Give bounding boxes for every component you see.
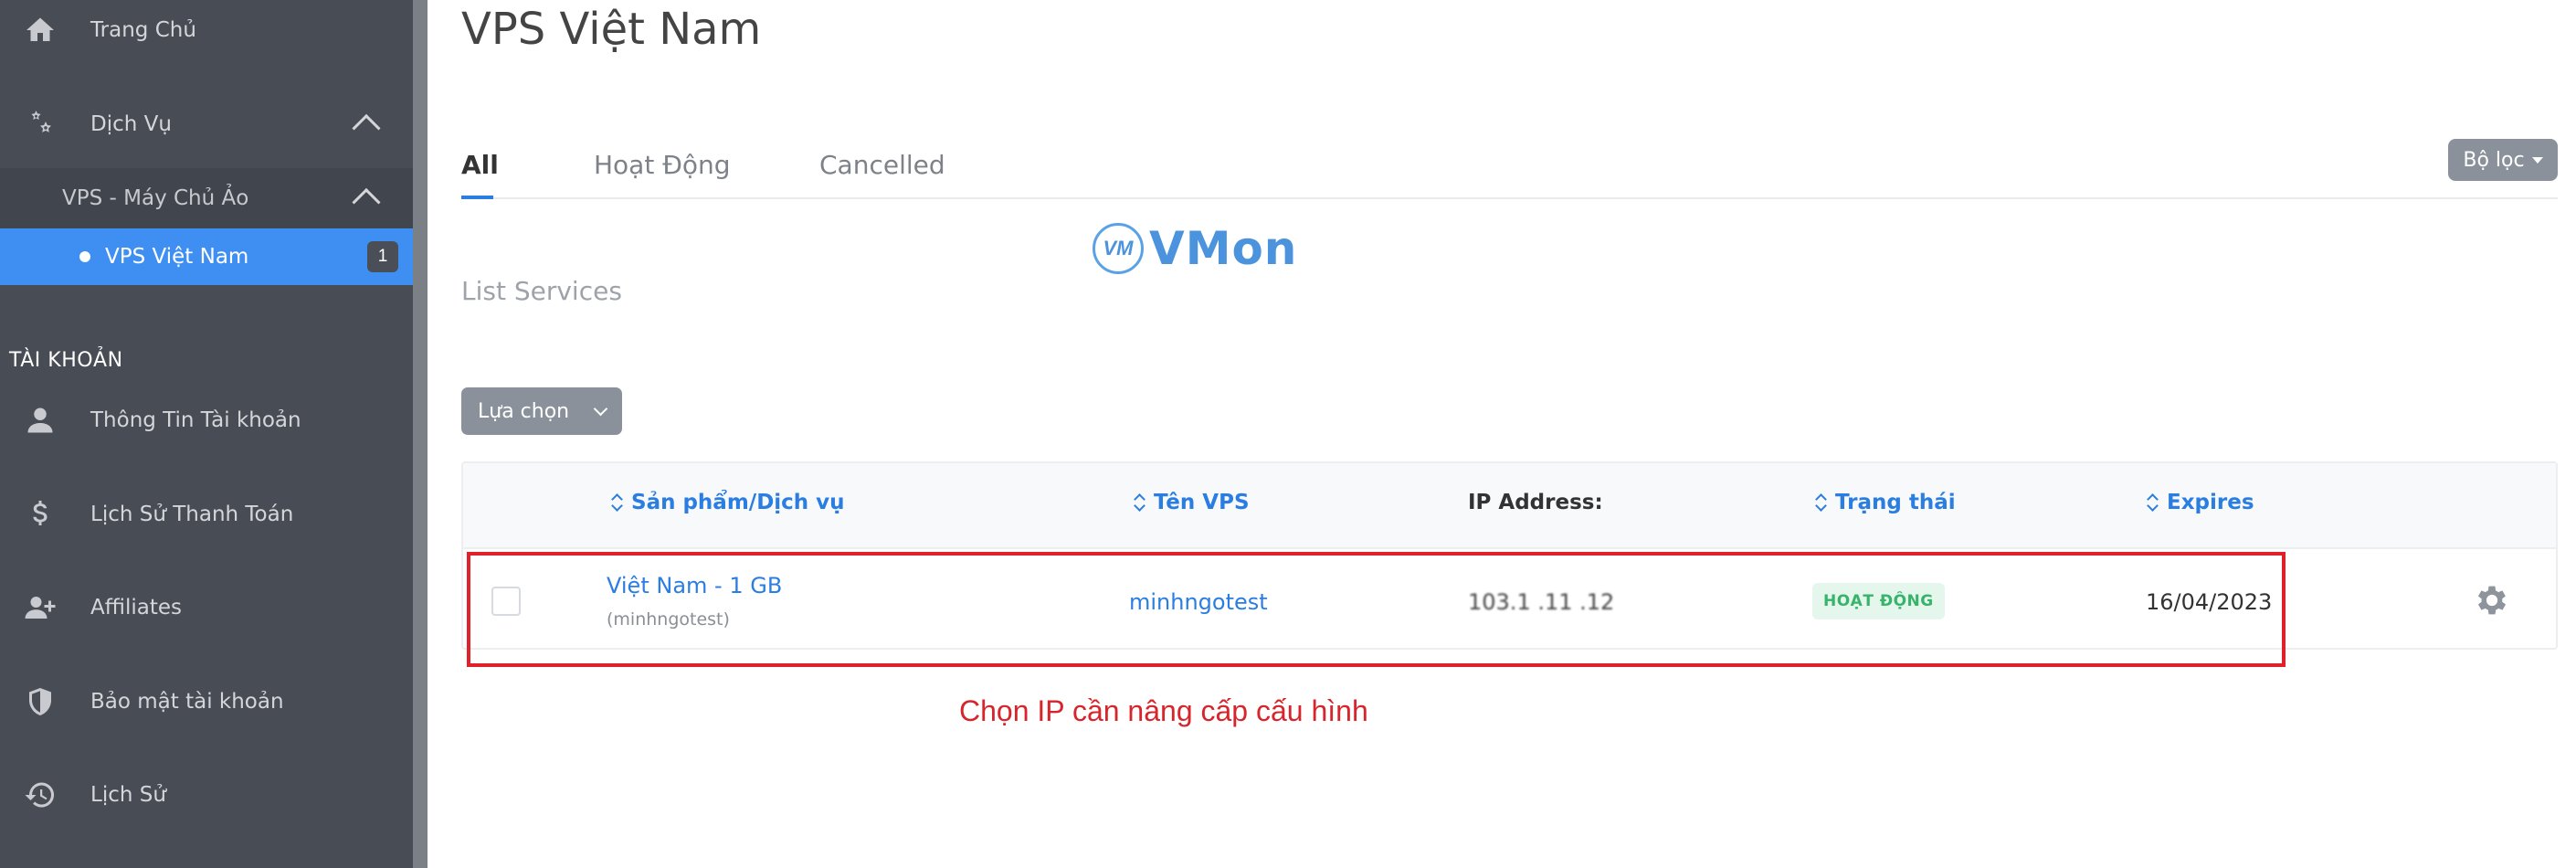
bullet-icon (79, 251, 90, 262)
gears-icon (22, 106, 58, 143)
sidebar-item-payment-history[interactable]: Lịch Sử Thanh Toán (0, 471, 413, 558)
tab-all[interactable]: All (461, 150, 499, 180)
sidebar-scroll-edge (413, 0, 428, 868)
column-header-label: Trạng thái (1835, 491, 1956, 514)
active-tab-indicator (461, 196, 493, 199)
user-plus-icon (22, 589, 58, 626)
sidebar-item-account-security[interactable]: Bảo mật tài khoản (0, 658, 413, 746)
sidebar-item-affiliates[interactable]: Affiliates (0, 564, 413, 651)
sort-icon (2147, 492, 2158, 513)
sidebar-item-account-info[interactable]: Thông Tin Tài khoản (0, 376, 413, 464)
sidebar-item-label: Dịch Vụ (90, 112, 172, 136)
sidebar-section-heading: TÀI KHOẢN (9, 349, 123, 372)
column-header-product[interactable]: Sản phẩm/Dịch vụ (611, 491, 845, 514)
filter-button[interactable]: Bộ lọc (2448, 139, 2558, 181)
logo-text: VMon (1149, 222, 1298, 275)
sidebar-item-home[interactable]: Trang Chủ (0, 0, 413, 60)
column-header-label: Tên VPS (1154, 491, 1250, 514)
column-header-vps-name[interactable]: Tên VPS (1134, 491, 1250, 514)
caret-down-icon (2531, 156, 2543, 164)
table-header: Sản phẩm/Dịch vụ Tên VPS IP Address: Trạ… (463, 463, 2556, 549)
sidebar-item-label: Thông Tin Tài khoản (90, 408, 301, 432)
chevron-up-icon (352, 113, 381, 143)
sidebar-item-vps-vietnam[interactable]: VPS Việt Nam 1 (0, 228, 428, 285)
sidebar-item-label: Trang Chủ (90, 18, 196, 42)
column-header-label: IP Address: (1468, 491, 1603, 514)
bulk-select-dropdown[interactable]: Lựa chọn (461, 387, 622, 435)
sidebar-item-label: Affiliates (90, 596, 182, 619)
sidebar-item-label: Lịch Sử (90, 783, 166, 807)
chevron-down-icon (593, 401, 608, 417)
sidebar-item-label: Lịch Sử Thanh Toán (90, 503, 294, 526)
tab-bar: All Hoạt Động Cancelled (461, 137, 2558, 199)
sort-icon (611, 492, 622, 513)
column-header-ip: IP Address: (1468, 491, 1603, 514)
sidebar-item-label: Bảo mật tài khoản (90, 690, 284, 714)
highlight-annotation-box (467, 552, 2286, 667)
gear-icon[interactable] (2473, 581, 2511, 619)
column-header-label: Expires (2167, 491, 2254, 514)
bulk-select-label: Lựa chọn (478, 399, 570, 423)
sort-icon (1134, 492, 1145, 513)
sidebar-item-label: VPS Việt Nam (105, 245, 249, 269)
page-title: VPS Việt Nam (461, 4, 762, 55)
filter-button-label: Bộ lọc (2463, 148, 2525, 172)
logo-badge: VM (1093, 223, 1144, 274)
shield-icon (22, 683, 58, 720)
sidebar-subgroup-vps[interactable]: VPS - Máy Chủ Ảo (0, 168, 413, 228)
dollar-icon (22, 496, 58, 533)
history-icon (22, 777, 58, 813)
sidebar-item-history[interactable]: Lịch Sử (0, 751, 413, 839)
list-services-title: List Services (461, 276, 622, 306)
vmon-logo: VM VMon (1093, 221, 1297, 276)
column-header-label: Sản phẩm/Dịch vụ (631, 491, 845, 514)
sidebar-subgroup-label: VPS - Máy Chủ Ảo (62, 186, 249, 210)
home-icon (22, 12, 58, 48)
sidebar: Trang Chủ Dịch Vụ VPS - Máy Chủ Ảo VPS V… (0, 0, 428, 868)
sidebar-item-services[interactable]: Dịch Vụ (0, 80, 413, 168)
column-header-expires[interactable]: Expires (2147, 491, 2254, 514)
chevron-up-icon (352, 187, 381, 217)
count-badge: 1 (367, 241, 398, 272)
sort-icon (1815, 492, 1826, 513)
annotation-text: Chọn IP cần nâng cấp cấu hình (959, 694, 1368, 727)
user-icon (22, 402, 58, 439)
column-header-status[interactable]: Trạng thái (1815, 491, 1956, 514)
tab-active[interactable]: Hoạt Động (594, 150, 731, 180)
tab-cancelled[interactable]: Cancelled (819, 150, 945, 180)
